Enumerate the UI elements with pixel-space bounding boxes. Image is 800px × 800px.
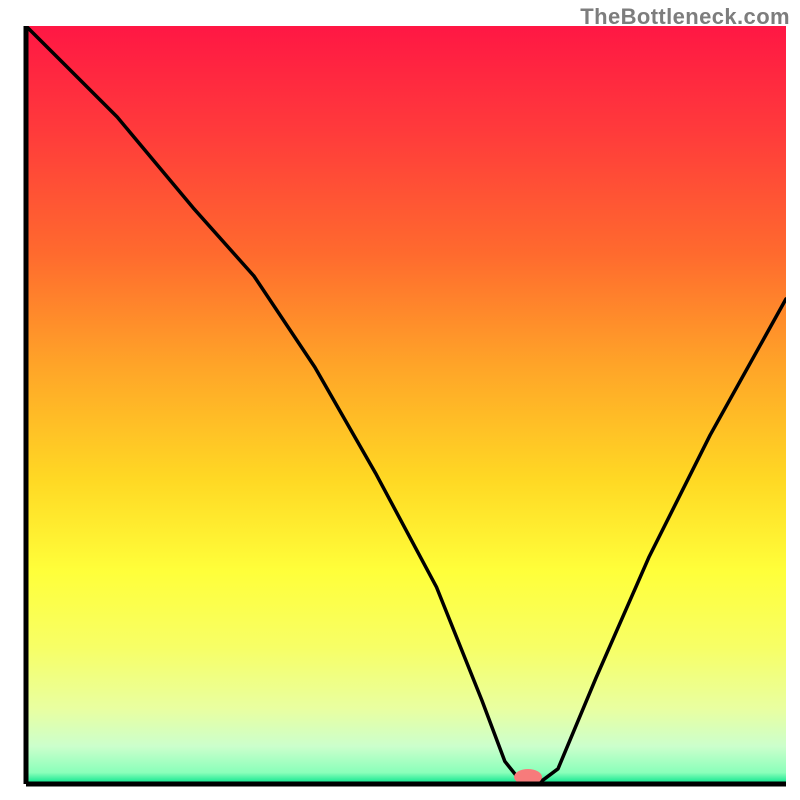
watermark-text: TheBottleneck.com [580, 4, 790, 30]
gradient-background [26, 26, 786, 784]
bottleneck-chart [0, 0, 800, 800]
